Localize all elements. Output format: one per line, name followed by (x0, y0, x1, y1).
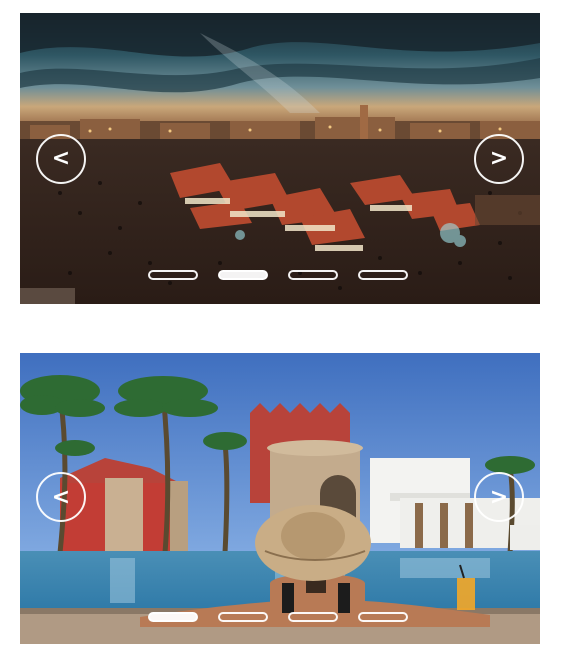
slide-indicator-4[interactable] (358, 612, 408, 622)
slide-indicator-1[interactable] (148, 270, 198, 280)
image-carousel-resort: < > (20, 353, 540, 644)
resort-pool-photo (20, 353, 540, 644)
slide-indicator-1[interactable] (148, 612, 198, 622)
slide-indicators (148, 612, 408, 622)
next-slide-button[interactable]: > (474, 133, 524, 184)
slide-indicator-3[interactable] (288, 612, 338, 622)
previous-slide-button[interactable]: < (36, 133, 86, 184)
image-carousel-market: < > (20, 13, 540, 304)
next-slide-button[interactable]: > (474, 472, 524, 523)
slide-indicator-3[interactable] (288, 270, 338, 280)
previous-slide-button[interactable]: < (36, 472, 86, 523)
slide-indicator-2[interactable] (218, 612, 268, 622)
slide-indicators (148, 270, 408, 280)
slide-indicator-2[interactable] (218, 270, 268, 280)
market-photo (20, 13, 540, 304)
slide-indicator-4[interactable] (358, 270, 408, 280)
